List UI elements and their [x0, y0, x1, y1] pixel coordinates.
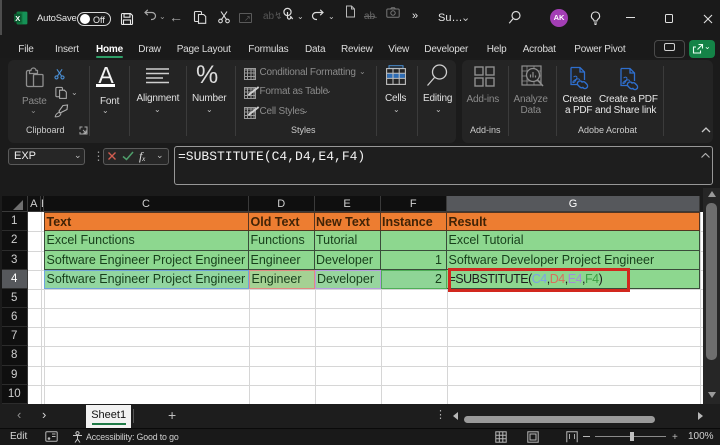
svg-text:X: X: [15, 14, 20, 23]
